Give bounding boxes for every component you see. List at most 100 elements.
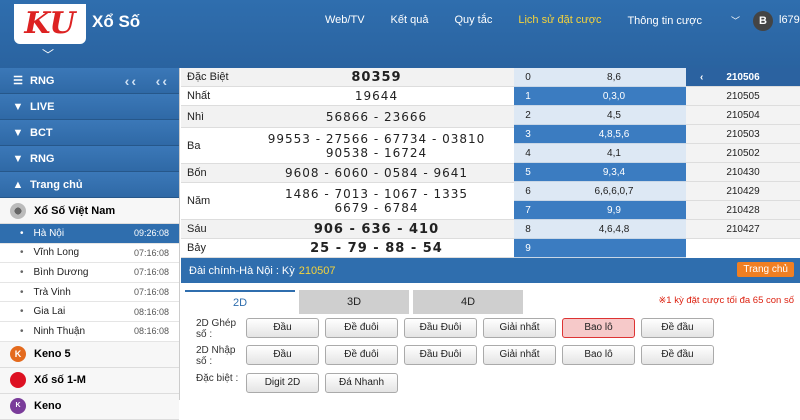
nav-web-tv[interactable]: Web/TV: [325, 14, 365, 27]
stat-digit: 4: [525, 148, 531, 159]
result-row-nam: Năm 1486 - 7013 - 1067 - 1335 6679 - 678…: [181, 183, 514, 220]
bet-dau-button[interactable]: Đầu: [246, 318, 319, 338]
bet-digit-2d-button[interactable]: Digit 2D: [246, 373, 319, 393]
chevron-left-icon[interactable]: ‹: [700, 68, 703, 87]
sidebar-group-rng-top[interactable]: ☰ RNG ‹‹ ‹‹: [0, 68, 179, 94]
prize-value: 6679 - 6784: [334, 201, 419, 215]
double-chevron-left-icon[interactable]: ‹‹ ‹‹: [125, 73, 169, 89]
sidebar-group-live[interactable]: ▼ LIVE: [0, 94, 179, 120]
tab-2d[interactable]: 2D: [185, 290, 295, 314]
bullet-icon: •: [20, 286, 24, 298]
stat-row: 4 4,1: [514, 144, 686, 163]
bet-dau-duoi-button[interactable]: Đầu Đuôi: [404, 345, 477, 365]
chevron-down-icon: ▼: [12, 100, 24, 113]
tab-4d[interactable]: 4D: [413, 290, 523, 314]
city-item-gia-lai[interactable]: • Gia Lai 08:16:08: [0, 302, 179, 322]
bet-bao-lo-button[interactable]: Bao lô: [562, 318, 635, 338]
user-avatar[interactable]: B: [753, 11, 773, 31]
prize-values: 25 - 79 - 88 - 54: [239, 239, 514, 257]
stat-row: 9: [514, 239, 686, 258]
stat-digit: 2: [525, 110, 531, 121]
stat-row: 3 4,8,5,6: [514, 125, 686, 144]
bet-de-dau-button[interactable]: Đề đầu: [641, 318, 714, 338]
result-row-dac-biet: Đặc Biệt 80359: [181, 68, 514, 87]
head-digit-stats: 0 8,6 1 0,3,0 2 4,5 3 4,8,5,6 4 4,1 5 9,3,4 66…: [514, 68, 686, 258]
draw-item[interactable]: 210427: [686, 220, 800, 239]
city-name: Ninh Thuận: [33, 325, 86, 337]
prize-value: 19644: [354, 89, 399, 103]
sidebar-group-label: RNG: [30, 74, 55, 87]
ku-logo[interactable]: KU: [14, 4, 86, 44]
draw-item[interactable]: 210428: [686, 201, 800, 220]
main-nav: Web/TV Kết quả Quy tắc Lịch sử đặt cược …: [325, 14, 792, 27]
stat-digit: 6: [525, 186, 531, 197]
home-button[interactable]: Trang chủ: [737, 262, 794, 277]
sidebar-group-bct[interactable]: ▼ BCT: [0, 120, 179, 146]
sidebar-section-xo-so-viet-nam[interactable]: Xổ Số Việt Nam: [0, 198, 179, 224]
bet-de-duoi-button[interactable]: Đề đuôi: [325, 345, 398, 365]
stat-values: 4,6,4,8: [598, 224, 630, 235]
draw-item[interactable]: 210502: [686, 144, 800, 163]
bet-dau-button[interactable]: Đầu: [246, 345, 319, 365]
draw-item[interactable]: 210504: [686, 106, 800, 125]
bet-de-dau-button[interactable]: Đề đầu: [641, 345, 714, 365]
nav-quy-tac[interactable]: Quy tắc: [454, 14, 492, 27]
sidebar-section-keno-5[interactable]: K Keno 5: [0, 341, 179, 368]
sidebar-section-keno[interactable]: K Keno: [0, 393, 179, 420]
bet-giai-nhat-button[interactable]: Giải nhất: [483, 345, 556, 365]
bet-row-2d-nhap-so: 2D Nhập số : Đầu Đề đuôi Đầu Đuôi Giải n…: [190, 343, 800, 367]
lottery-ball-icon: [10, 202, 26, 219]
draw-item[interactable]: 210505: [686, 87, 800, 106]
prize-values: 56866 - 23666: [239, 106, 514, 127]
sidebar-section-xo-so-1m[interactable]: Xổ số 1-M: [0, 367, 179, 394]
stat-digit: 5: [525, 167, 531, 178]
draw-item[interactable]: 210503: [686, 125, 800, 144]
prize-value: 80359: [351, 69, 402, 85]
bet-da-nhanh-button[interactable]: Đá Nhanh: [325, 373, 398, 393]
prize-label: Nhất: [187, 90, 211, 102]
draw-list: ‹ 210506 210505 210504 210503 210502 2104…: [686, 68, 800, 258]
nav-lich-su-dat-cuoc[interactable]: Lịch sử đặt cược: [518, 14, 601, 27]
result-row-sau: Sáu 906 - 636 - 410: [181, 220, 514, 239]
draw-item[interactable]: 210430: [686, 163, 800, 182]
city-item-tra-vinh[interactable]: • Trà Vinh 07:16:08: [0, 283, 179, 303]
draw-item[interactable]: 210429: [686, 182, 800, 201]
draw-number: 210504: [726, 110, 760, 121]
city-item-binh-duong[interactable]: • Bình Dương 07:16:08: [0, 263, 179, 283]
city-time: 09:26:08: [133, 228, 169, 239]
sidebar-group-trang-chu[interactable]: ▲ Trang chủ: [0, 172, 179, 198]
stat-row: 1 0,3,0: [514, 87, 686, 106]
draw-item-active[interactable]: ‹ 210506: [686, 68, 800, 87]
tab-3d[interactable]: 3D: [299, 290, 409, 314]
bet-row-dac-biet: Đặc biệt : Digit 2D Đá Nhanh: [190, 371, 800, 395]
result-row-bon: Bốn 9608 - 6060 - 0584 - 9641: [181, 164, 514, 183]
stat-row: 5 9,3,4: [514, 163, 686, 182]
bullet-icon: •: [20, 266, 24, 278]
nav-thong-tin-cuoc[interactable]: Thông tin cược ﹀: [627, 14, 766, 27]
prize-label: Ba: [187, 139, 201, 152]
bet-dau-duoi-button[interactable]: Đầu Đuôi: [404, 318, 477, 338]
bet-de-duoi-button[interactable]: Đề đuôi: [325, 318, 398, 338]
prize-values: 906 - 636 - 410: [239, 220, 514, 238]
bullet-icon: •: [20, 325, 24, 337]
city-item-vinh-long[interactable]: • Vĩnh Long 07:16:08: [0, 244, 179, 264]
nav-ket-qua[interactable]: Kết quả: [391, 14, 429, 27]
chevron-down-icon[interactable]: ﹀: [42, 46, 54, 63]
bullet-icon: •: [20, 227, 24, 239]
chevron-down-icon: ﹀: [730, 16, 740, 26]
bet-bao-lo-button[interactable]: Bao lô: [562, 345, 635, 365]
prize-value: 56866 - 23666: [325, 109, 428, 124]
bullet-icon: •: [20, 306, 24, 318]
keno-icon: K: [10, 398, 26, 415]
bet-type-tabs: 2D 3D 4D ※1 kỳ đặt cược tối đa 65 con số: [181, 285, 800, 315]
city-item-ninh-thuan[interactable]: • Ninh Thuận 08:16:08: [0, 322, 179, 342]
stat-digit: 9: [525, 243, 531, 254]
stat-values: 8,6: [607, 72, 621, 83]
prize-label: Đặc Biệt: [187, 71, 229, 83]
city-item-ha-noi[interactable]: • Hà Nội 09:26:08: [0, 224, 179, 244]
sidebar-group-rng[interactable]: ▼ RNG: [0, 146, 179, 172]
bet-giai-nhat-button[interactable]: Giải nhất: [483, 318, 556, 338]
draw-number: 210503: [726, 129, 760, 140]
prize-values: 99553 - 27566 - 67734 - 03810 90538 - 16…: [239, 128, 514, 163]
station-info-bar: Đài chính-Hà Nội : Kỳ 210507 Trang chủ: [181, 258, 800, 283]
